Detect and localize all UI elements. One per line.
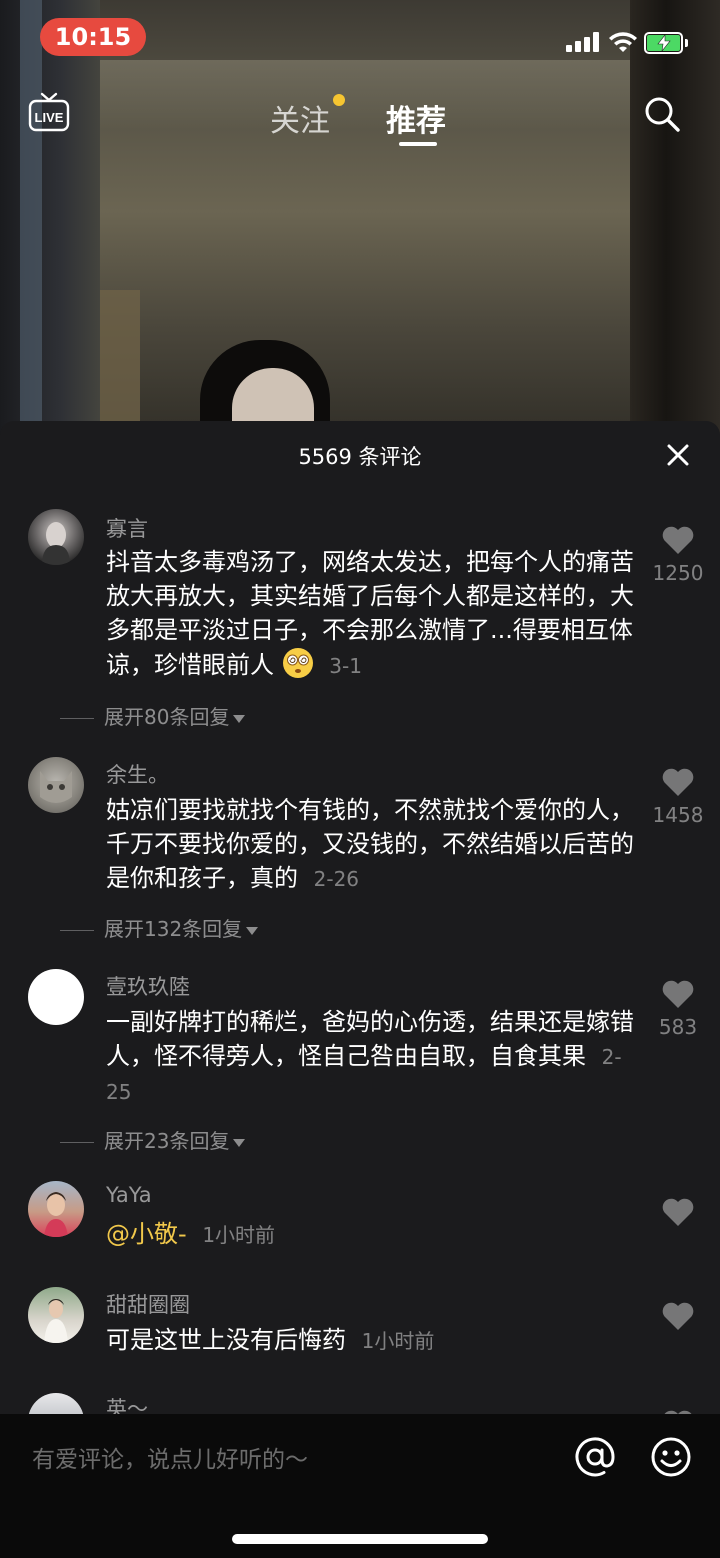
comment-text-block: 姑凉们要找就找个有钱的，不然就找个爱你的人，千万不要找你爱的，又没钱的，不然结婚… bbox=[106, 793, 640, 896]
svg-text:LIVE: LIVE bbox=[35, 110, 64, 125]
comment-text: 一副好牌打的稀烂，爸妈的心伤透，结果还是嫁错人，怪不得旁人，怪自己咎由自取，自食… bbox=[106, 1008, 634, 1070]
expand-divider bbox=[60, 1142, 94, 1143]
wifi-icon bbox=[609, 32, 637, 52]
comment-time: 1小时前 bbox=[361, 1329, 435, 1353]
expand-divider bbox=[60, 718, 94, 719]
chevron-down-icon bbox=[233, 714, 246, 723]
dazed-face-emoji bbox=[282, 648, 313, 678]
battery-icon bbox=[644, 32, 688, 54]
like-button[interactable]: 1250 bbox=[650, 525, 706, 585]
comment-text: 抖音太多毒鸡汤了，网络太发达，把每个人的痛苦放大再放大，其实结婚了后每个人都是这… bbox=[106, 548, 634, 679]
chevron-down-icon bbox=[233, 1138, 246, 1147]
tab-recommend[interactable]: 推荐 bbox=[386, 96, 446, 140]
live-tv-icon[interactable]: LIVE bbox=[28, 92, 70, 132]
tab-follow[interactable]: 关注 bbox=[270, 96, 330, 140]
expand-replies[interactable]: 展开23条回复 bbox=[60, 1125, 246, 1154]
heart-icon bbox=[662, 768, 694, 796]
heart-icon bbox=[662, 980, 694, 1008]
comment-time: 2-26 bbox=[313, 867, 360, 891]
expand-replies[interactable]: 展开132条回复 bbox=[60, 913, 259, 942]
comment-input[interactable]: 有爱评论，说点儿好听的～ bbox=[32, 1440, 308, 1474]
comment-username[interactable]: YaYa bbox=[106, 1183, 152, 1207]
comment-text: 可是这世上没有后悔药 bbox=[106, 1326, 346, 1354]
comment-item: 甜甜圈圈 可是这世上没有后悔药 1小时前 bbox=[0, 1283, 720, 1373]
comment-item: 英～ bbox=[0, 1389, 720, 1416]
comment-time: 3-1 bbox=[329, 654, 362, 678]
comment-text-block: 抖音太多毒鸡汤了，网络太发达，把每个人的痛苦放大再放大，其实结婚了后每个人都是这… bbox=[106, 545, 640, 683]
home-indicator[interactable] bbox=[232, 1534, 488, 1544]
expand-replies-label: 展开80条回复 bbox=[104, 705, 230, 729]
expand-replies[interactable]: 展开80条回复 bbox=[60, 701, 246, 730]
comment-text: 姑凉们要找就找个有钱的，不然就找个爱你的人，千万不要找你爱的，又没钱的，不然结婚… bbox=[106, 796, 634, 892]
expand-replies-label: 展开132条回复 bbox=[104, 917, 243, 941]
comment-text-block: 一副好牌打的稀烂，爸妈的心伤透，结果还是嫁错人，怪不得旁人，怪自己咎由自取，自食… bbox=[106, 1005, 640, 1109]
chevron-down-icon bbox=[246, 926, 259, 935]
comments-count-title: 5569 条评论 bbox=[298, 445, 422, 469]
status-time: 10:15 bbox=[40, 18, 146, 56]
expand-replies-label: 展开23条回复 bbox=[104, 1129, 230, 1153]
avatar[interactable] bbox=[28, 1287, 84, 1343]
top-navigation: LIVE 关注 推荐 bbox=[0, 84, 720, 154]
comment-mention[interactable]: @小敬- bbox=[106, 1220, 187, 1248]
comment-item: 壹玖玖陸 一副好牌打的稀烂，爸妈的心伤透，结果还是嫁错人，怪不得旁人，怪自己咎由… bbox=[0, 965, 720, 1155]
avatar[interactable] bbox=[28, 757, 84, 813]
comment-username[interactable]: 寡言 bbox=[106, 513, 148, 543]
comment-username[interactable]: 甜甜圈圈 bbox=[106, 1289, 190, 1319]
status-bar: 10:15 bbox=[0, 0, 720, 76]
comments-panel: 5569 条评论 寡言 抖音太多毒鸡汤了，网络太发达，把每个人的痛苦放大再放大，… bbox=[0, 421, 720, 1416]
comment-input-bar: 有爱评论，说点儿好听的～ bbox=[0, 1414, 720, 1558]
like-button[interactable] bbox=[650, 1197, 706, 1227]
comment-item: 寡言 抖音太多毒鸡汤了，网络太发达，把每个人的痛苦放大再放大，其实结婚了后每个人… bbox=[0, 505, 720, 735]
like-count: 1250 bbox=[652, 561, 704, 585]
avatar[interactable] bbox=[28, 509, 84, 565]
like-button[interactable] bbox=[650, 1301, 706, 1331]
heart-icon bbox=[662, 1198, 694, 1226]
search-icon[interactable] bbox=[642, 94, 682, 134]
heart-icon bbox=[662, 1302, 694, 1330]
expand-divider bbox=[60, 930, 94, 931]
close-icon[interactable] bbox=[664, 441, 692, 469]
comment-text-block: @小敬- 1小时前 bbox=[106, 1217, 640, 1252]
comment-item: 余生。 姑凉们要找就找个有钱的，不然就找个爱你的人，千万不要找你爱的，又没钱的，… bbox=[0, 753, 720, 943]
like-button[interactable]: 1458 bbox=[650, 767, 706, 827]
comment-time: 1小时前 bbox=[202, 1223, 276, 1247]
comment-text-block: 可是这世上没有后悔药 1小时前 bbox=[106, 1323, 640, 1358]
comment-item: YaYa @小敬- 1小时前 bbox=[0, 1177, 720, 1267]
avatar[interactable] bbox=[28, 969, 84, 1025]
at-icon[interactable] bbox=[574, 1436, 616, 1478]
comment-username[interactable]: 英～ bbox=[106, 1393, 148, 1416]
follow-notification-dot bbox=[333, 94, 345, 106]
comment-username[interactable]: 壹玖玖陸 bbox=[106, 971, 190, 1001]
avatar[interactable] bbox=[28, 1393, 84, 1416]
like-button[interactable]: 583 bbox=[650, 979, 706, 1039]
avatar[interactable] bbox=[28, 1181, 84, 1237]
smiley-icon[interactable] bbox=[650, 1436, 692, 1478]
comment-username[interactable]: 余生。 bbox=[106, 759, 169, 789]
like-count: 1458 bbox=[652, 803, 704, 827]
active-tab-indicator bbox=[399, 142, 437, 146]
heart-icon bbox=[662, 526, 694, 554]
comments-header: 5569 条评论 bbox=[0, 421, 720, 491]
cellular-signal-icon bbox=[566, 32, 602, 52]
like-count: 583 bbox=[658, 1015, 698, 1039]
